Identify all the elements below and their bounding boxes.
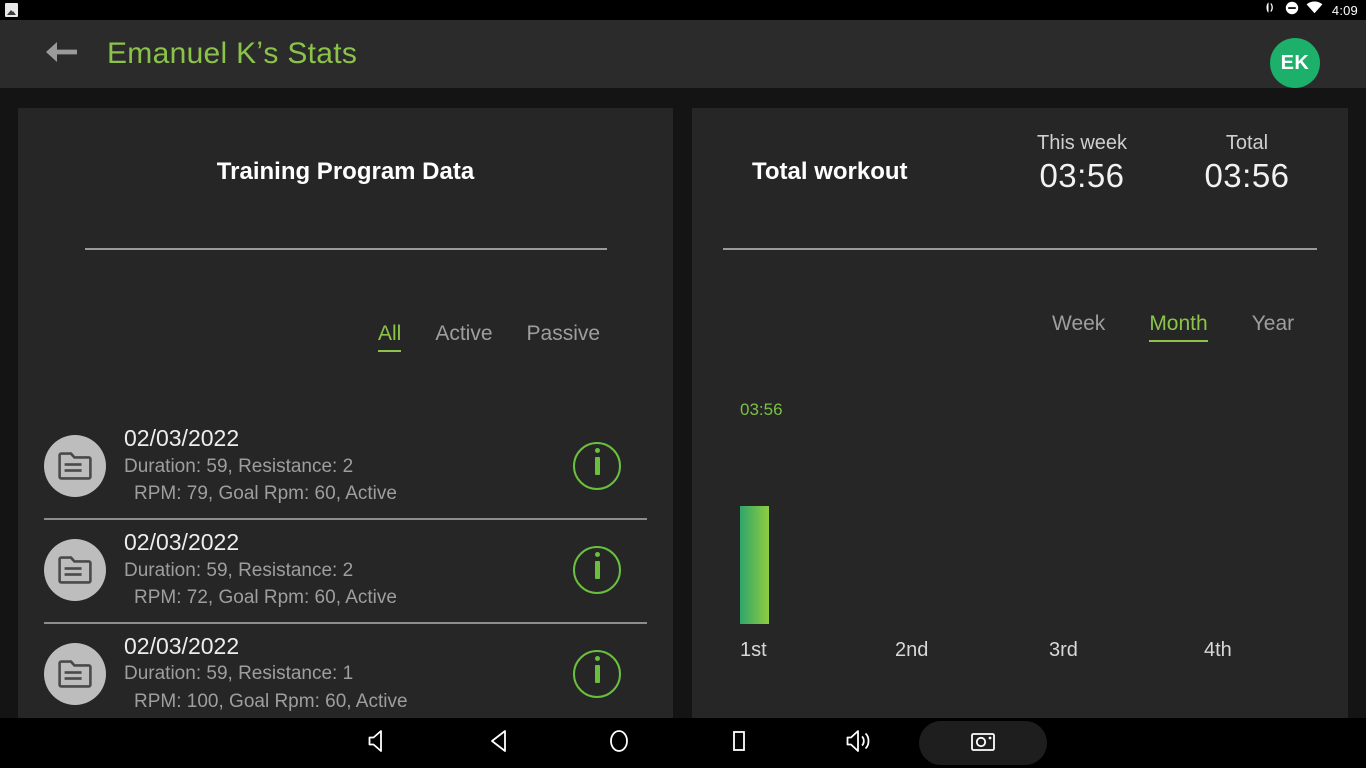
header-divider xyxy=(723,248,1317,250)
session-line-2: RPM: 79, Goal Rpm: 60, Active xyxy=(134,483,397,505)
session-date: 02/03/2022 xyxy=(124,632,240,659)
period-tabs: Week Month Year xyxy=(692,312,1348,342)
training-program-title: Training Program Data xyxy=(216,158,475,185)
tab-year[interactable]: Year xyxy=(1252,312,1294,342)
session-date: 02/03/2022 xyxy=(124,528,240,555)
header-divider xyxy=(84,248,607,250)
bar-1st[interactable] xyxy=(740,506,769,624)
total-workout-header: Total workout This week 03:56 Total 03:5… xyxy=(692,108,1348,248)
status-bar-right: 4:09 xyxy=(1264,1,1366,20)
list-item[interactable]: 02/03/2022 Duration: 59, Resistance: 2 R… xyxy=(44,520,647,624)
home-circle-icon xyxy=(608,729,630,758)
back-triangle-icon xyxy=(489,729,509,758)
avatar[interactable]: EK xyxy=(1270,38,1320,88)
status-bar: 4:09 xyxy=(0,0,1366,20)
screenshot-camera-icon xyxy=(970,730,996,757)
session-date: 02/03/2022 xyxy=(124,425,240,451)
bar-group-2nd xyxy=(894,382,1014,624)
home-button-nav[interactable] xyxy=(559,718,679,768)
back-button[interactable] xyxy=(37,30,85,78)
workout-bar-chart: 03:56 1st 2nd 3rd 4th xyxy=(692,382,1348,672)
stat-this-week: This week 03:56 xyxy=(1002,132,1162,195)
stat-label: This week xyxy=(1036,132,1128,154)
tab-week[interactable]: Week xyxy=(1052,312,1105,342)
stat-label: Total xyxy=(1225,132,1269,154)
screenshot-button[interactable] xyxy=(919,721,1047,765)
bar-group-3rd xyxy=(1048,382,1168,624)
list-item[interactable]: 02/03/2022 Duration: 59, Resistance: 1 R… xyxy=(44,624,647,718)
session-line-2: RPM: 100, Goal Rpm: 60, Active xyxy=(134,690,408,712)
tab-passive[interactable]: Passive xyxy=(527,322,601,352)
session-details: 02/03/2022 Duration: 59, Resistance: 2 R… xyxy=(124,424,573,508)
folder-icon xyxy=(44,434,106,497)
chart-plot-area: 03:56 xyxy=(740,382,1328,624)
image-app-icon xyxy=(5,3,18,17)
folder-icon xyxy=(44,538,106,601)
info-icon[interactable] xyxy=(573,545,621,594)
tab-month[interactable]: Month xyxy=(1149,312,1209,342)
program-filter-tabs: All Active Passive xyxy=(18,322,673,352)
back-button-nav[interactable] xyxy=(439,718,559,768)
info-icon[interactable] xyxy=(573,441,621,490)
training-session-list: 02/03/2022 Duration: 59, Resistance: 2 R… xyxy=(18,416,673,718)
chart-x-axis-labels: 1st 2nd 3rd 4th xyxy=(740,632,1328,662)
list-item[interactable]: 02/03/2022 Duration: 59, Resistance: 2 R… xyxy=(44,416,647,520)
vibrate-icon xyxy=(1264,1,1278,19)
training-program-header: Training Program Data xyxy=(18,108,673,248)
back-arrow-icon xyxy=(44,39,78,70)
session-details: 02/03/2022 Duration: 59, Resistance: 1 R… xyxy=(124,632,573,716)
stat-total: Total 03:56 xyxy=(1172,132,1322,195)
status-bar-clock: 4:09 xyxy=(1331,2,1358,18)
page-title: Emanuel Kʼs Stats xyxy=(107,37,358,70)
folder-icon xyxy=(44,642,106,705)
total-workout-title: Total workout xyxy=(752,158,908,185)
info-icon[interactable] xyxy=(573,649,621,698)
volume-down-button[interactable] xyxy=(319,718,439,768)
stat-value: 03:56 xyxy=(1039,157,1125,194)
session-line-1: Duration: 59, Resistance: 2 xyxy=(124,559,354,581)
system-navigation-bar xyxy=(0,718,1366,768)
session-line-2: RPM: 72, Goal Rpm: 60, Active xyxy=(134,587,397,609)
training-program-card: Training Program Data All Active Passive… xyxy=(18,108,673,718)
x-tick-1st: 1st xyxy=(740,639,767,661)
volume-up-icon xyxy=(846,729,872,758)
page-content: Training Program Data All Active Passive… xyxy=(0,88,1366,718)
status-bar-left xyxy=(0,3,18,17)
wifi-icon xyxy=(1306,1,1323,19)
session-line-1: Duration: 59, Resistance: 2 xyxy=(124,455,354,477)
volume-down-icon xyxy=(368,729,390,758)
tab-active[interactable]: Active xyxy=(435,322,492,352)
recents-square-icon xyxy=(731,729,747,758)
x-tick-4th: 4th xyxy=(1204,639,1232,661)
total-workout-card: Total workout This week 03:56 Total 03:5… xyxy=(692,108,1348,718)
stat-value: 03:56 xyxy=(1204,157,1290,194)
tab-all[interactable]: All xyxy=(378,322,402,352)
bar-group-4th xyxy=(1202,382,1322,624)
app-bar: Emanuel Kʼs Stats EK xyxy=(0,20,1366,88)
x-tick-2nd: 2nd xyxy=(895,639,929,661)
x-tick-3rd: 3rd xyxy=(1049,639,1078,661)
session-line-1: Duration: 59, Resistance: 1 xyxy=(124,663,354,685)
volume-up-button[interactable] xyxy=(799,718,919,768)
session-details: 02/03/2022 Duration: 59, Resistance: 2 R… xyxy=(124,528,573,612)
recents-button-nav[interactable] xyxy=(679,718,799,768)
do-not-disturb-icon xyxy=(1285,1,1299,20)
bar-group-1st: 03:56 xyxy=(740,382,860,624)
bar-value-label: 03:56 xyxy=(740,400,783,419)
